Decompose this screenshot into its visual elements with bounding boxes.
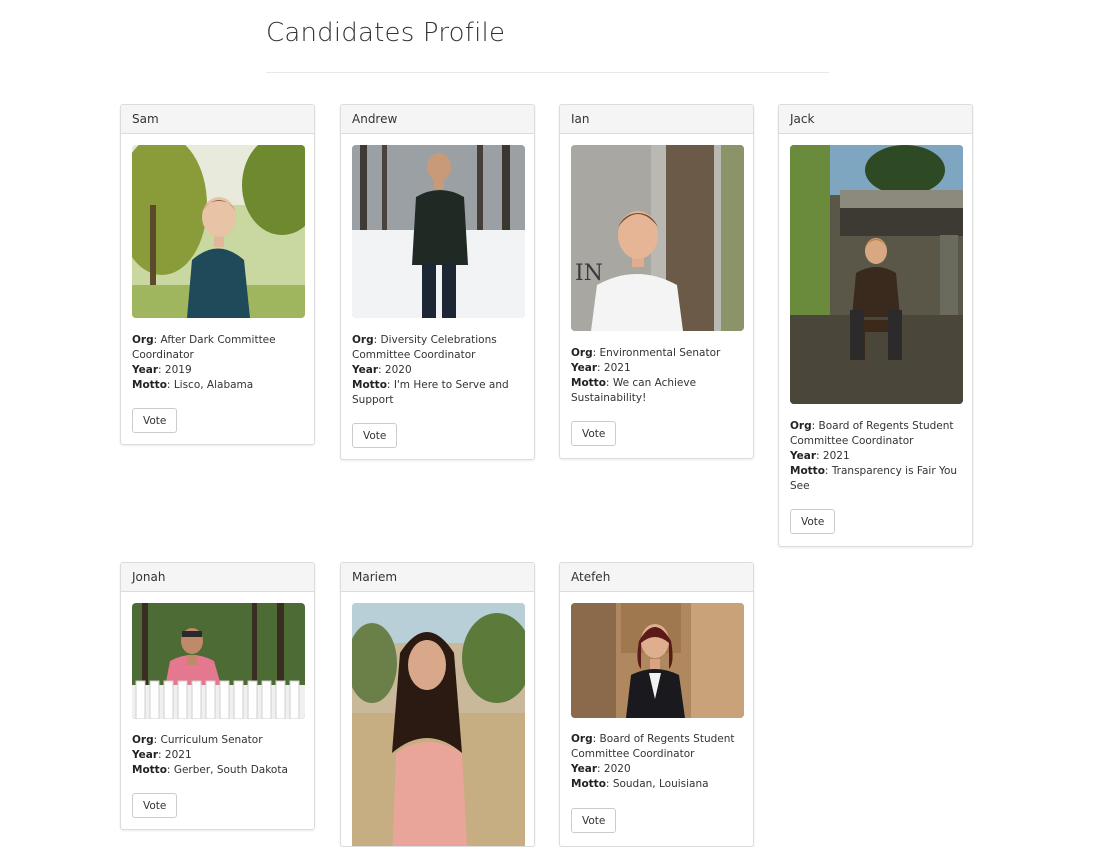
motto-line: Motto: Transparency is Fair You See	[790, 465, 958, 492]
candidate-card-jonah: Jonah Org: Curriculum Senator Year: 2021	[120, 562, 315, 830]
candidate-card-atefeh: Atefeh Org: Board of Regents Student Com…	[559, 562, 754, 847]
candidate-card-ian: Ian IN Org: Environmental Senator Year: …	[559, 104, 754, 459]
candidate-photo	[352, 603, 525, 846]
motto-line: Motto: We can Achieve Sustainability!	[571, 377, 697, 404]
vote-button[interactable]: Vote	[132, 408, 178, 433]
candidate-photo: IN	[571, 145, 744, 331]
year-line: Year: 2021	[571, 362, 631, 374]
candidate-card-andrew: Andrew Org: Diversity Celebrations Commi…	[340, 104, 535, 460]
candidate-info: Org: Board of Regents Student Committee …	[790, 419, 965, 494]
candidate-name: Atefeh	[560, 563, 753, 592]
org-line: Org: Environmental Senator	[571, 347, 721, 359]
candidate-photo	[132, 145, 305, 318]
vote-button[interactable]: Vote	[790, 509, 836, 534]
org-line: Org: Board of Regents Student Committee …	[571, 733, 735, 760]
page-title: Candidates Profile	[266, 18, 506, 48]
candidate-name: Jack	[779, 105, 972, 134]
org-line: Org: Board of Regents Student Committee …	[790, 420, 954, 447]
candidate-info: Org: Curriculum Senator Year: 2021 Motto…	[132, 733, 307, 778]
vote-button[interactable]: Vote	[571, 421, 617, 446]
motto-line: Motto: Gerber, South Dakota	[132, 764, 288, 776]
candidate-photo	[132, 603, 305, 719]
candidate-name: Jonah	[121, 563, 314, 592]
vote-button[interactable]: Vote	[571, 808, 617, 833]
svg-text:IN: IN	[575, 261, 603, 286]
candidate-photo	[352, 145, 525, 318]
candidate-info: Org: Board of Regents Student Committee …	[571, 732, 746, 792]
candidate-photo	[790, 145, 963, 404]
candidate-name: Ian	[560, 105, 753, 134]
candidate-photo	[571, 603, 744, 718]
vote-button[interactable]: Vote	[352, 423, 398, 448]
vote-button[interactable]: Vote	[132, 793, 178, 818]
candidate-card-sam: Sam Org: After Dark Committee Coordinato…	[120, 104, 315, 445]
org-line: Org: After Dark Committee Coordinator	[132, 334, 276, 361]
candidate-name: Andrew	[341, 105, 534, 134]
motto-line: Motto: Lisco, Alabama	[132, 379, 254, 391]
year-line: Year: 2021	[790, 450, 850, 462]
org-line: Org: Diversity Celebrations Committee Co…	[352, 334, 497, 361]
motto-line: Motto: I'm Here to Serve and Support	[352, 379, 509, 406]
year-line: Year: 2021	[132, 749, 192, 761]
year-line: Year: 2019	[132, 364, 192, 376]
candidate-info: Org: Environmental Senator Year: 2021 Mo…	[571, 346, 746, 406]
candidate-info: Org: Diversity Celebrations Committee Co…	[352, 333, 527, 408]
motto-line: Motto: Soudan, Louisiana	[571, 778, 709, 790]
candidate-card-mariem: Mariem	[340, 562, 535, 847]
candidate-info: Org: After Dark Committee Coordinator Ye…	[132, 333, 307, 393]
title-divider	[266, 72, 829, 73]
year-line: Year: 2020	[352, 364, 412, 376]
candidate-name: Mariem	[341, 563, 534, 592]
candidate-card-jack: Jack Org: Board of Regents Student Commi…	[778, 104, 973, 547]
candidate-name: Sam	[121, 105, 314, 134]
year-line: Year: 2020	[571, 763, 631, 775]
org-line: Org: Curriculum Senator	[132, 734, 263, 746]
